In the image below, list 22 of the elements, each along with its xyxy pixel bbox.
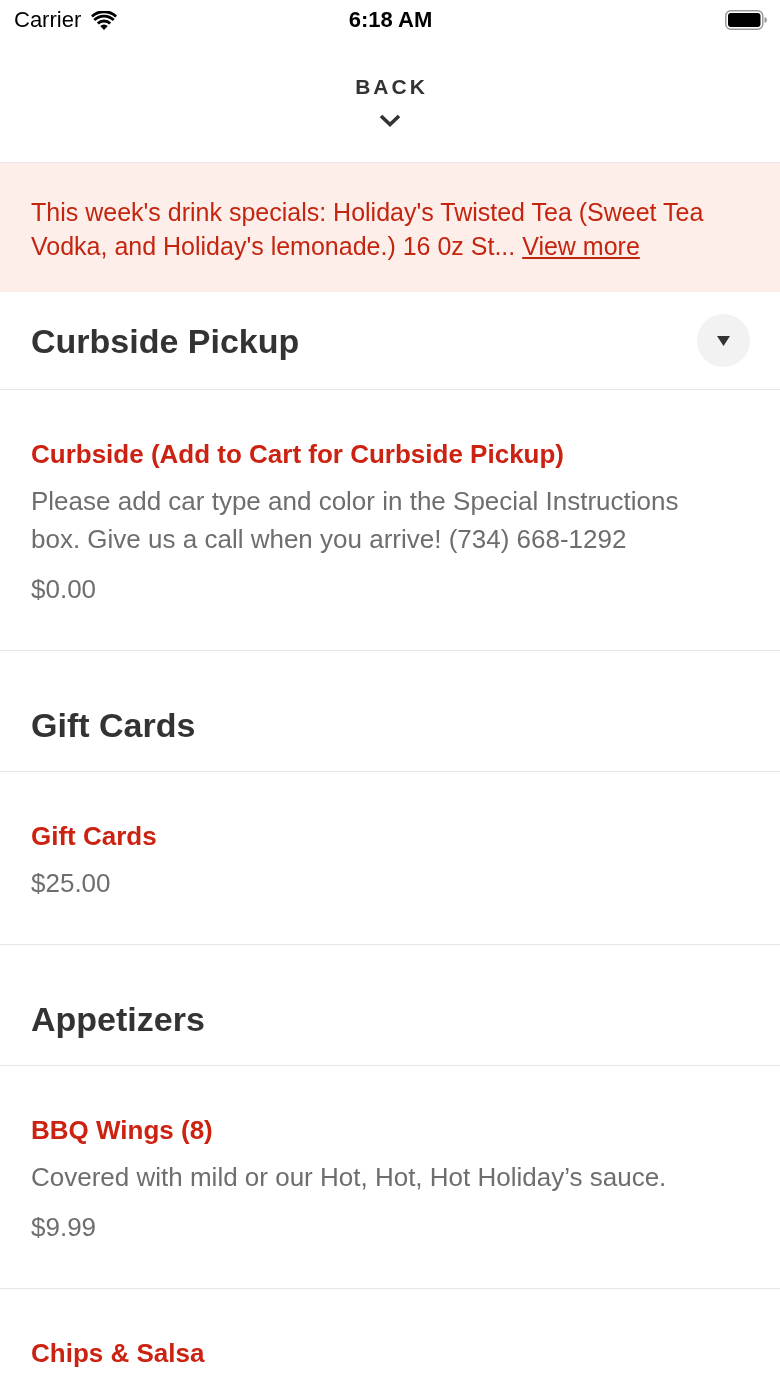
- wifi-icon: [91, 10, 118, 30]
- menu-item-price: $9.99: [31, 1211, 98, 1244]
- dropdown-button[interactable]: [697, 314, 750, 367]
- status-time: 6:18 AM: [348, 7, 433, 33]
- section-title: Gift Cards: [31, 705, 197, 745]
- menu-item-title[interactable]: BBQ Wings (8): [31, 1114, 750, 1146]
- menu-item-title[interactable]: Chips & Salsa: [31, 1337, 750, 1369]
- menu-item-price: $0.00: [31, 573, 98, 606]
- chevron-down-icon: [379, 114, 401, 127]
- menu-item-title[interactable]: Curbside (Add to Cart for Curbside Pickup): [31, 438, 750, 470]
- section-title: Curbside Pickup: [31, 320, 300, 361]
- menu-item-description: Covered with mild or our Hot, Hot, Hot Holiday’s sauce.: [31, 1161, 668, 1194]
- battery-icon: [725, 10, 767, 30]
- menu-item-price: $25.00: [31, 867, 112, 900]
- menu-item-title[interactable]: Gift Cards: [31, 820, 750, 852]
- menu-item-description: Please add car type and color in the Special Instructions box. Give us a call when you arrive! (734) 668-1292: [31, 485, 680, 556]
- carrier-name: Carrier: [14, 7, 82, 33]
- back-button[interactable]: BACK: [352, 74, 428, 127]
- section-title: Appetizers: [31, 999, 206, 1039]
- specials-banner-text: This week's drink specials: Holiday's Twisted Tea (Sweet Tea Vodka, and Holiday's lemonade.) 16 0z St... View more: [31, 197, 705, 262]
- view-more-link[interactable]: View more: [522, 232, 640, 260]
- caret-down-icon: [717, 335, 730, 346]
